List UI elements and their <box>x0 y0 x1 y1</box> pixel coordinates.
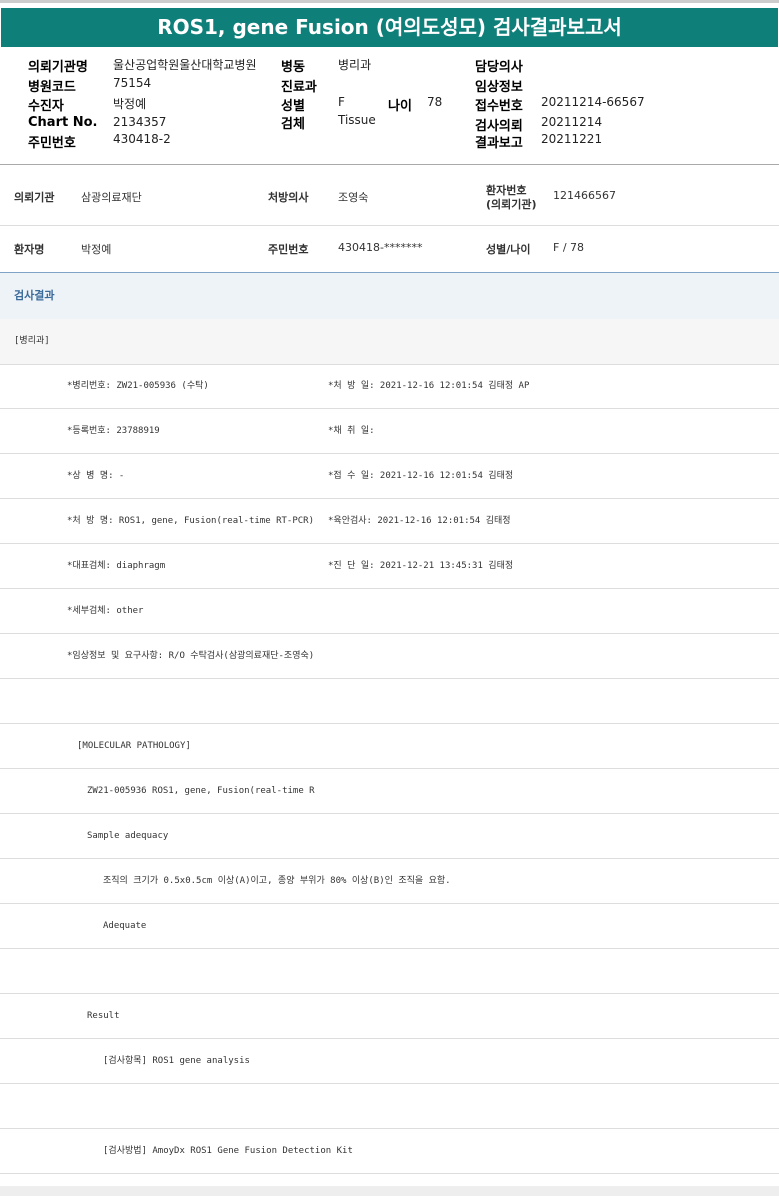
report-line: ZW21-005936 ROS1, gene, Fusion(real-time… <box>0 769 779 814</box>
receipt-label: 접수번호 <box>475 99 523 114</box>
report-value: 20211221 <box>541 132 603 146</box>
ward-value: 병리과 <box>338 58 372 72</box>
pid-value: 121466567 <box>553 189 616 202</box>
sexage-value: F / 78 <box>553 241 585 254</box>
info-right: *접 수 일: 2021-12-16 12:01:54 김태정 <box>328 471 514 481</box>
bottom-bar <box>0 1186 779 1196</box>
doctor-label: 담당의사 <box>475 60 523 75</box>
report-line <box>0 679 779 724</box>
sex-value: F <box>338 95 345 109</box>
top-border <box>0 0 779 3</box>
receipt-value: 20211214-66567 <box>541 95 645 109</box>
sexage-label: 성별/나이 <box>486 243 531 256</box>
inst-label: 의뢰기관명 <box>28 60 88 75</box>
info-row: *등록번호: 23788919 *채 취 일: <box>0 409 779 454</box>
info-left: *세부검체: other <box>67 606 144 616</box>
req-inst-label: 의뢰기관 <box>14 191 55 204</box>
info-left: *임상정보 및 요구사항: R/O 수탁검사(삼광의료재단-조영숙) <box>67 651 315 661</box>
rrn-value: 430418-2 <box>113 132 171 146</box>
report-header-info: 의뢰기관명 울산공업학원울산대학교병원 병원코드 75154 수진자 박정예 C… <box>0 54 779 154</box>
report-title: ROS1, gene Fusion (여의도성모) 검사결과보고서 <box>1 8 778 47</box>
sex-label: 성별 <box>281 99 305 114</box>
dept-text: [병리과] <box>14 336 50 346</box>
report-line: [검사항목] ROS1 gene analysis <box>0 1039 779 1084</box>
info-row: *병리번호: ZW21-005936 (수탁) *처 방 일: 2021-12-1… <box>0 364 779 409</box>
patient-value: 박정예 <box>113 97 147 111</box>
report-line-text: [MOLECULAR PATHOLOGY] <box>77 741 191 751</box>
patient-row-1: 의뢰기관 삼광의료재단 처방의사 조영숙 환자번호 (의뢰기관) 1214665… <box>0 170 779 226</box>
doctor-value: 조영숙 <box>338 191 369 204</box>
info-left: *대표검체: diaphragm <box>67 561 166 571</box>
info-right: *진 단 일: 2021-12-21 13:45:31 김태정 <box>328 561 514 571</box>
ward-label: 병동 <box>281 60 305 75</box>
age-value: 78 <box>427 95 443 109</box>
report-line: Result <box>0 994 779 1039</box>
info-row: *임상정보 및 요구사항: R/O 수탁검사(삼광의료재단-조영숙) <box>0 634 779 679</box>
chart-value: 2134357 <box>113 115 167 129</box>
report-label: 결과보고 <box>475 136 523 151</box>
specimen-label: 검체 <box>281 117 305 132</box>
info-right: *처 방 일: 2021-12-16 12:01:54 김태정 AP <box>328 381 530 391</box>
doctor-label: 처방의사 <box>268 191 309 204</box>
report-line: [MOLECULAR PATHOLOGY] <box>0 724 779 769</box>
divider <box>0 164 779 165</box>
info-right: *육안검사: 2021-12-16 12:01:54 김태정 <box>328 516 511 526</box>
info-left: *병리번호: ZW21-005936 (수탁) <box>67 381 209 391</box>
rrn-value: 430418-******* <box>338 241 423 254</box>
rrn-label: 주민번호 <box>28 136 76 151</box>
rrn-label: 주민번호 <box>268 243 309 256</box>
report-line-text: ZW21-005936 ROS1, gene, Fusion(real-time… <box>87 786 315 796</box>
report-line-text: 조직의 크기가 0.5x0.5cm 이상(A)이고, 종양 부위가 80% 이상… <box>103 876 451 886</box>
report-line-text: Adequate <box>103 921 147 931</box>
info-row: *대표검체: diaphragm *진 단 일: 2021-12-21 13:45… <box>0 544 779 589</box>
clinical-label: 임상정보 <box>475 80 523 95</box>
report-line: Adequate <box>0 904 779 949</box>
inst-value: 울산공업학원울산대학교병원 <box>113 58 257 72</box>
report-line-text: Result <box>87 1011 120 1021</box>
age-label: 나이 <box>388 99 412 114</box>
info-left: *등록번호: 23788919 <box>67 426 160 436</box>
info-left: *상 병 명: - <box>67 471 125 481</box>
patient-label: 수진자 <box>28 99 64 114</box>
report-line: [검사방법] AmoyDx ROS1 Gene Fusion Detection… <box>0 1129 779 1174</box>
report-line <box>0 1084 779 1129</box>
specimen-value: Tissue <box>338 113 376 127</box>
report-line-text: [검사항목] ROS1 gene analysis <box>103 1056 250 1066</box>
pid-label-sub: (의뢰기관) <box>486 198 537 211</box>
dept-header: [병리과] <box>0 319 779 365</box>
dept-label: 진료과 <box>281 80 317 95</box>
section-title-text: 검사결과 <box>14 289 55 302</box>
info-right: *채 취 일: <box>328 426 375 436</box>
patient-row-2: 환자명 박정예 주민번호 430418-******* 성별/나이 F / 78 <box>0 226 779 271</box>
request-value: 20211214 <box>541 115 603 129</box>
code-label: 병원코드 <box>28 80 76 95</box>
report-line-text: Sample adequacy <box>87 831 169 841</box>
name-value: 박정예 <box>81 243 112 256</box>
info-row: *세부검체: other <box>0 589 779 634</box>
info-row: *처 방 명: ROS1, gene, Fusion(real-time RT-… <box>0 499 779 544</box>
req-inst-value: 삼광의료재단 <box>81 191 142 204</box>
code-value: 75154 <box>113 76 152 90</box>
info-left: *처 방 명: ROS1, gene, Fusion(real-time RT-… <box>67 516 314 526</box>
section-title: 검사결과 <box>0 272 779 320</box>
report-line: Sample adequacy <box>0 814 779 859</box>
name-label: 환자명 <box>14 243 45 256</box>
report-line <box>0 949 779 994</box>
info-row: *상 병 명: - *접 수 일: 2021-12-16 12:01:54 김태정 <box>0 454 779 499</box>
report-line-text: [검사방법] AmoyDx ROS1 Gene Fusion Detection… <box>103 1146 353 1156</box>
report-line: 조직의 크기가 0.5x0.5cm 이상(A)이고, 종양 부위가 80% 이상… <box>0 859 779 904</box>
chart-label: Chart No. <box>28 115 98 130</box>
